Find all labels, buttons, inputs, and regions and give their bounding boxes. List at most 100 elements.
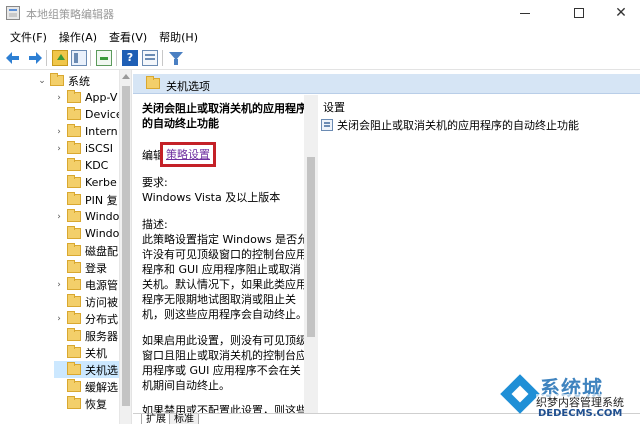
description-paragraph: 如果启用此设置，则没有可见顶级窗口且阻止或取消关机的控制台应用程序或 GUI 应… [142,334,307,392]
folder-icon [67,158,81,171]
scroll-up-icon[interactable] [122,74,130,79]
tree-item-label: Intern [85,125,118,138]
tree-item-label: 服务器 [85,329,118,343]
filter-icon[interactable] [168,50,184,66]
maximize-icon [574,8,584,18]
toolbar-separator [46,50,47,66]
list-item-label: 关闭会阻止或取消关机的应用程序的自动终止功能 [337,119,579,132]
folder-icon [67,90,81,103]
watermark-site: DEDECMS.COM [538,408,623,419]
window-title: 本地组策略编辑器 [26,8,114,21]
folder-icon [67,294,81,307]
menu-help[interactable]: 帮助(H) [153,26,204,46]
folder-icon [67,175,81,188]
menu-action[interactable]: 操作(A) [53,26,103,46]
show-hide-tree-icon[interactable] [71,50,87,66]
tree-item-label: 分布式 [85,312,118,326]
tree-item-label: KDC [85,159,109,172]
description-paragraph: 此策略设置指定 Windows 是否允许没有可见顶级窗口的控制台应用程序和 GU… [142,233,309,321]
up-one-level-icon[interactable] [52,50,68,66]
watermark: 系统城 织梦内容管理系统 DEDECMS.COM [500,370,640,424]
folder-icon [67,107,81,120]
tree-item-label: 缓解选 [85,380,118,394]
folder-icon [67,243,81,256]
forward-arrow-icon[interactable] [26,50,42,66]
folder-icon [67,192,81,205]
group-policy-app-icon [6,6,20,20]
tree-scrollbar[interactable] [119,70,131,424]
minimize-button[interactable] [502,0,548,26]
settings-list: 设置 关闭会阻止或取消关机的应用程序的自动终止功能 [319,95,640,413]
folder-icon [67,345,81,358]
scrollbar-thumb[interactable] [122,86,130,406]
tree-item-label: 关机选 [85,363,118,377]
folder-icon [67,124,81,137]
chevron-right-icon[interactable]: › [54,280,64,290]
policy-settings-link[interactable]: 策略设置 [160,142,216,167]
tree-item-label: Kerbe [85,176,117,189]
tree-item-label: 系统 [68,74,90,88]
section-header: 关机选项 [133,74,640,94]
menu-bar: 文件(F) 操作(A) 查看(V) 帮助(H) [0,26,640,46]
tree-item-label: 访问被 [85,295,118,309]
tree-item-label: 电源管 [85,278,118,292]
help-icon[interactable]: ? [122,50,138,66]
section-title: 关机选项 [166,80,210,93]
tree-item[interactable]: ⌄ 系统 [37,72,131,89]
scrollbar-thumb[interactable] [307,157,315,337]
folder-icon [50,73,64,86]
description-pane: 关闭会阻止或取消关机的应用程序的自动终止功能 编辑 策略设置 要求: Windo… [133,95,318,413]
chevron-right-icon[interactable]: › [54,127,64,137]
close-button[interactable]: ✕ [598,0,640,26]
tree-item-label: 磁盘配 [85,244,118,258]
folder-icon [67,260,81,273]
description-paragraph: 如果禁用或不配置此设置，则这些 [142,404,307,413]
toolbar-separator [90,50,91,66]
chevron-right-icon[interactable]: › [54,212,64,222]
export-list-icon[interactable] [96,50,112,66]
chevron-right-icon[interactable]: › [54,93,64,103]
tree-item-label: PIN 复 [85,193,118,207]
toolbar-separator [116,50,117,66]
tree-item-label: 登录 [85,261,107,275]
policy-tree: ⌄ 系统 › App-V Device › Intern › iSCSI KDC… [0,70,132,424]
maximize-button[interactable] [556,0,602,26]
tab-extended[interactable]: 扩展 [141,414,171,424]
folder-icon [67,396,81,409]
toolbar-separator [162,50,163,66]
tree-item-label: App-V [85,91,118,104]
folder-icon [67,141,81,154]
requirements-label: 要求: [142,176,168,189]
folder-icon [67,226,81,239]
tree-item-label: iSCSI [85,142,113,155]
folder-icon [67,209,81,222]
folder-icon [67,362,81,375]
watermark-logo-icon [502,376,538,412]
description-scrollbar[interactable] [304,95,318,413]
folder-icon [146,76,160,89]
back-arrow-icon[interactable] [6,50,22,66]
folder-icon [67,311,81,324]
chevron-down-icon[interactable]: ⌄ [37,76,47,86]
policy-setting-icon [321,119,333,131]
menu-view[interactable]: 查看(V) [103,26,153,46]
tree-item-label: 恢复 [85,397,107,411]
close-icon: ✕ [615,5,627,21]
column-header-setting[interactable]: 设置 [323,99,345,115]
toolbar: ? [0,46,640,70]
policy-title: 关闭会阻止或取消关机的应用程序的自动终止功能 [142,102,307,130]
folder-icon [67,379,81,392]
folder-icon [67,328,81,341]
list-item[interactable]: 关闭会阻止或取消关机的应用程序的自动终止功能 [321,117,579,133]
menu-file[interactable]: 文件(F) [4,26,53,46]
minimize-icon [520,12,530,14]
tree-item-label: Windo [85,227,120,240]
tree-item-label: 关机 [85,346,107,360]
chevron-right-icon[interactable]: › [54,144,64,154]
folder-icon [67,277,81,290]
properties-icon[interactable] [142,50,158,66]
title-bar: 本地组策略编辑器 ✕ [0,0,640,26]
requirements-value: Windows Vista 及以上版本 [142,191,281,204]
chevron-right-icon[interactable]: › [54,314,64,324]
tab-standard[interactable]: 标准 [169,414,199,424]
